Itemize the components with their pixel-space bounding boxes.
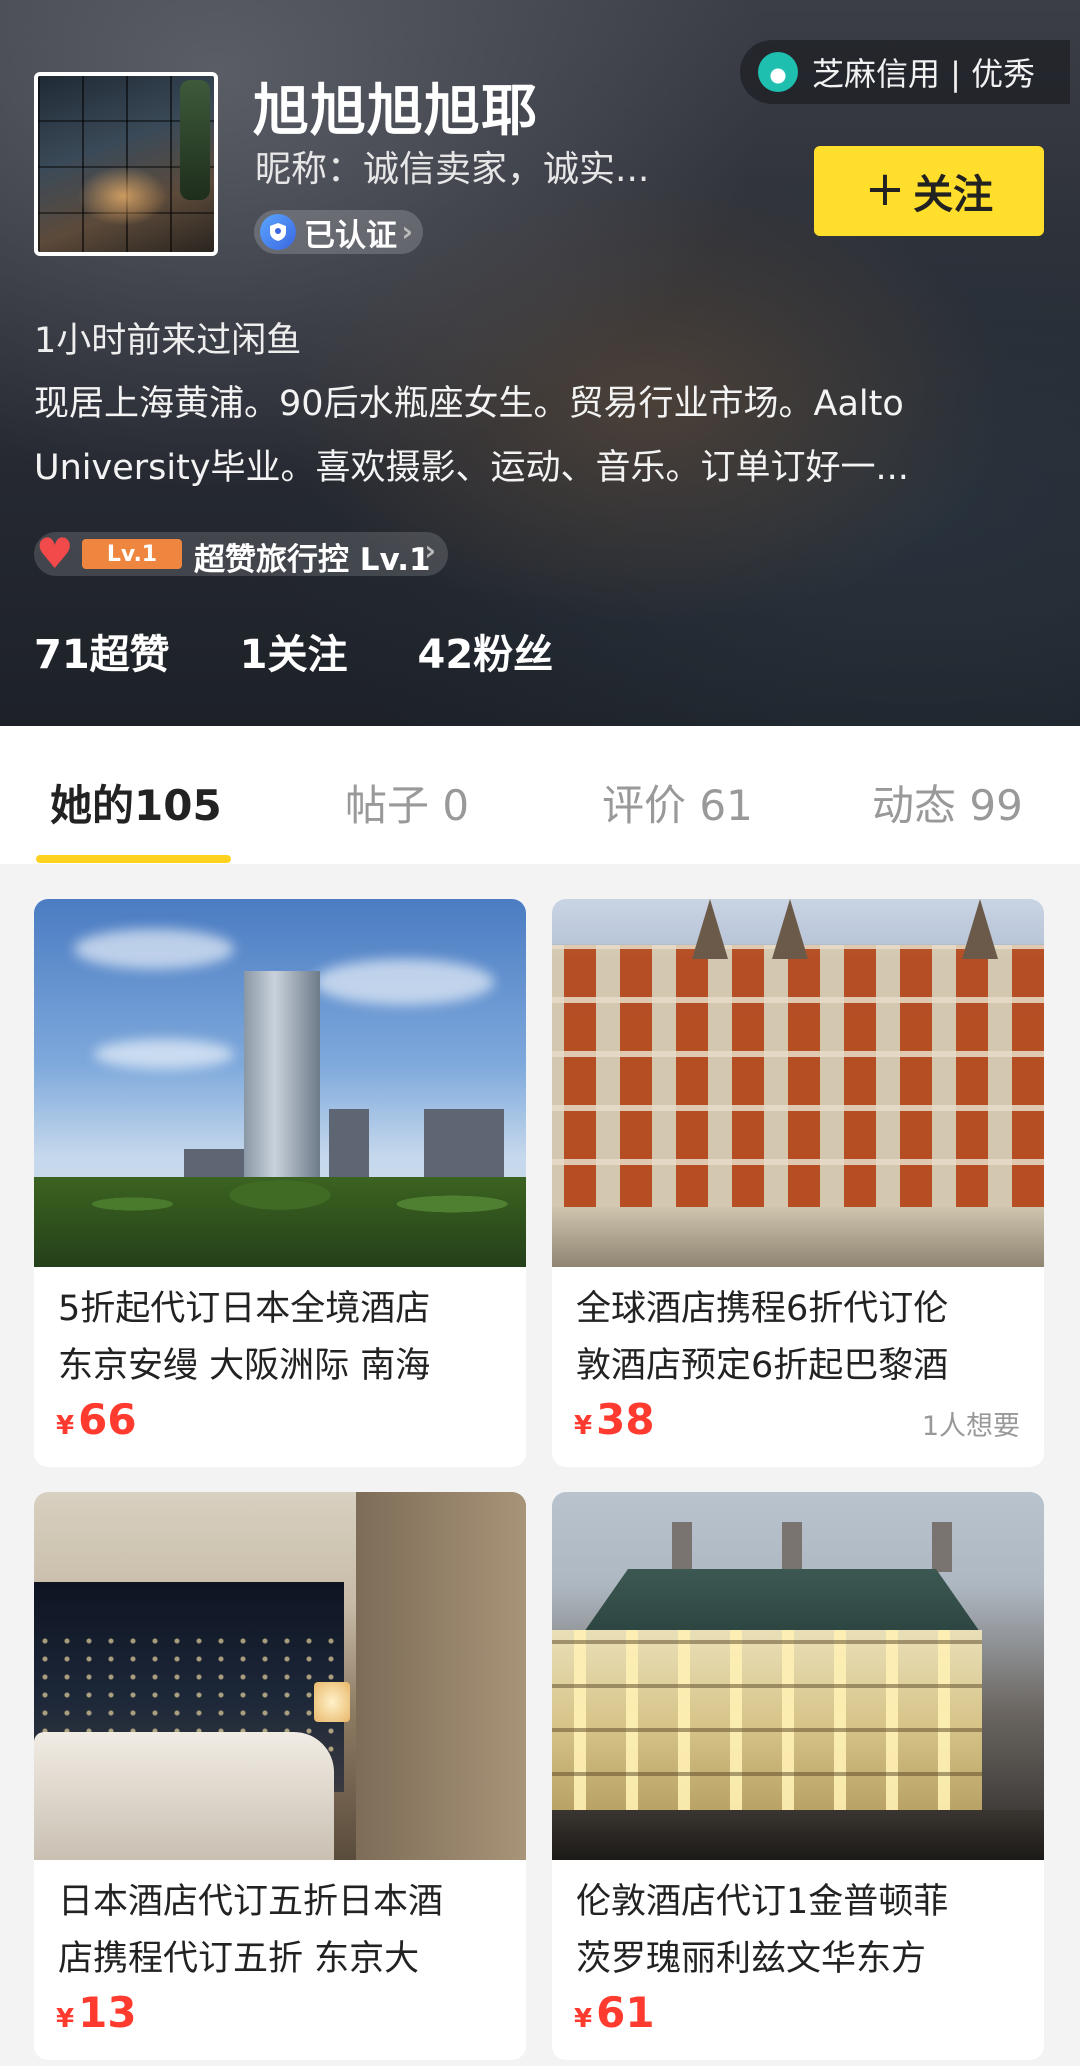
currency-symbol: ¥ [56, 1411, 75, 1441]
want-count: 1人想要 [921, 1411, 1020, 1442]
verified-label: 已认证 [304, 217, 397, 254]
chevron-right-icon: › [424, 534, 436, 567]
price-value: 61 [596, 1988, 655, 2037]
tab-activity[interactable]: 动态 99 [872, 772, 1023, 833]
currency-symbol: ¥ [56, 2004, 75, 2034]
item-title: 日本酒店代订五折日本酒 店携程代订五折 东京大 [58, 1874, 508, 1988]
item-price: ¥66 [56, 1395, 137, 1444]
item-card[interactable]: 全球酒店携程6折代订伦 敦酒店预定6折起巴黎酒 ¥38 1人想要 [552, 899, 1044, 1467]
bio[interactable]: 现居上海黄浦。90后水瓶座女生。贸易行业市场。Aalto University毕… [34, 372, 1054, 500]
item-image [34, 899, 526, 1267]
bio-line: 现居上海黄浦。90后水瓶座女生。贸易行业市场。Aalto [34, 384, 904, 424]
profile-header: 旭旭旭旭耶 昵称：诚信卖家，诚实... 已认证 › 芝麻信用 | 优秀 + 关注… [0, 0, 1080, 726]
item-title-line: 东京安缦 大阪洲际 南海 [58, 1346, 431, 1386]
item-title: 伦敦酒店代订1金普顿菲 茨罗瑰丽利兹文华东方 [576, 1874, 1026, 1988]
verified-badge[interactable]: 已认证 › [254, 210, 423, 254]
sesame-icon [758, 52, 798, 92]
stat-following[interactable]: 1关注 [240, 622, 348, 680]
stats-row: 71超赞 1关注 42粉丝 [34, 622, 623, 680]
tab-items[interactable]: 她的105 [50, 772, 222, 833]
bio-line: University毕业。喜欢摄影、运动、音乐。订单订好一... [34, 448, 909, 488]
stat-likes[interactable]: 71超赞 [34, 622, 170, 680]
item-card[interactable]: 日本酒店代订五折日本酒 店携程代订五折 东京大 ¥13 [34, 1492, 526, 2060]
item-title: 全球酒店携程6折代订伦 敦酒店预定6折起巴黎酒 [576, 1281, 1026, 1395]
level-tag: Lv.1 [82, 539, 182, 569]
chevron-right-icon: › [401, 215, 413, 248]
stat-followers[interactable]: 42粉丝 [418, 622, 554, 680]
sesame-credit-text: 芝麻信用 | 优秀 [812, 55, 1036, 93]
currency-symbol: ¥ [574, 2004, 593, 2034]
nickname: 昵称：诚信卖家，诚实... [255, 149, 650, 190]
currency-symbol: ¥ [574, 1411, 593, 1441]
item-card[interactable]: 伦敦酒店代订1金普顿菲 茨罗瑰丽利兹文华东方 ¥61 [552, 1492, 1044, 2060]
plus-icon: + [864, 161, 906, 217]
price-value: 13 [78, 1988, 137, 2037]
item-title-line: 伦敦酒店代订1金普顿菲 [576, 1882, 949, 1922]
tab-reviews[interactable]: 评价 61 [602, 772, 753, 833]
item-title-line: 店携程代订五折 东京大 [58, 1939, 420, 1979]
active-tab-indicator [36, 855, 231, 863]
price-value: 66 [78, 1395, 137, 1444]
level-text: 超赞旅行控 Lv.1 [194, 542, 431, 578]
item-title-line: 全球酒店携程6折代订伦 [576, 1289, 949, 1329]
heart-icon: ♥ [36, 529, 74, 578]
last-seen-text: 1小时前来过闲鱼 [34, 321, 302, 361]
follow-button[interactable]: + 关注 [814, 146, 1044, 236]
level-badge[interactable]: ♥ Lv.1 超赞旅行控 Lv.1 › [34, 529, 448, 578]
item-title-line: 茨罗瑰丽利兹文华东方 [576, 1939, 927, 1979]
item-price: ¥13 [56, 1988, 137, 2037]
item-title-line: 日本酒店代订五折日本酒 [58, 1882, 444, 1922]
item-title-line: 敦酒店预定6折起巴黎酒 [576, 1346, 949, 1386]
item-title-line: 5折起代订日本全境酒店 [58, 1289, 431, 1329]
price-value: 38 [596, 1395, 655, 1444]
verified-shield-icon [260, 214, 296, 250]
item-card[interactable]: 5折起代订日本全境酒店 东京安缦 大阪洲际 南海 ¥66 [34, 899, 526, 1467]
sesame-credit-badge[interactable]: 芝麻信用 | 优秀 [740, 40, 1070, 104]
follow-label: 关注 [913, 172, 994, 218]
item-image [34, 1492, 526, 1860]
tab-posts[interactable]: 帖子 0 [345, 772, 469, 833]
avatar[interactable] [34, 72, 218, 256]
item-image [552, 1492, 1044, 1860]
item-price: ¥61 [574, 1988, 655, 2037]
item-image [552, 899, 1044, 1267]
tab-bar: 她的105 帖子 0 评价 61 动态 99 [0, 726, 1080, 864]
item-price: ¥38 [574, 1395, 655, 1444]
item-title: 5折起代订日本全境酒店 东京安缦 大阪洲际 南海 [58, 1281, 508, 1395]
user-name: 旭旭旭旭耶 [253, 79, 538, 144]
